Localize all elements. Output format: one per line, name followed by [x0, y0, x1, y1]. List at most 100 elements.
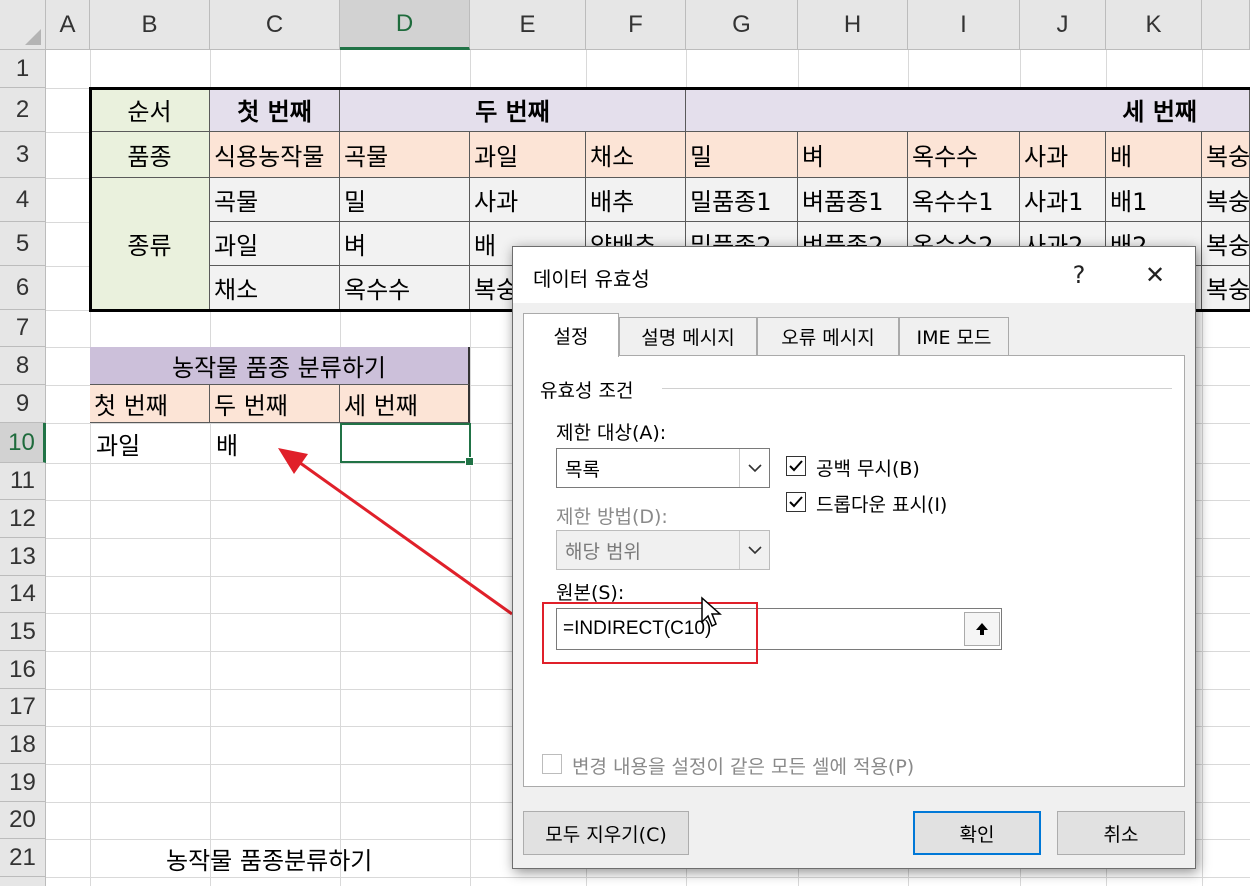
column-header-d[interactable]: D	[340, 0, 470, 50]
cell-d6[interactable]: 옥수수	[340, 266, 470, 310]
column-header-h[interactable]: H	[798, 0, 908, 50]
cell-e3[interactable]: 과일	[470, 132, 586, 178]
cell-b21-text[interactable]: 농작물 품종분류하기	[160, 839, 460, 877]
row-header-5[interactable]: 5	[0, 222, 46, 266]
cell-d4[interactable]: 밀	[340, 178, 470, 222]
row-header-2[interactable]: 2	[0, 88, 46, 132]
collapse-dialog-icon[interactable]	[964, 612, 1000, 646]
cell-b3[interactable]: 품종	[90, 132, 210, 178]
cell-d5[interactable]: 벼	[340, 222, 470, 266]
cell-e4[interactable]: 사과	[470, 178, 586, 222]
column-header-a[interactable]: A	[46, 0, 90, 50]
cell-l5[interactable]: 복숭	[1202, 222, 1250, 266]
row-header-17[interactable]: 17	[0, 689, 46, 726]
row-header-7[interactable]: 7	[0, 310, 46, 347]
column-header-e[interactable]: E	[470, 0, 586, 50]
row-header-22[interactable]	[0, 877, 46, 886]
row-header-15[interactable]: 15	[0, 613, 46, 651]
tab-ime-mode[interactable]: IME 모드	[899, 317, 1009, 355]
cell-l6[interactable]: 복숭	[1202, 266, 1250, 310]
apply-all-checkbox[interactable]	[542, 754, 562, 774]
cell-b8-merged[interactable]: 농작물 품종 분류하기	[90, 347, 470, 385]
cell-k3[interactable]: 배	[1106, 132, 1202, 178]
cell-l3[interactable]: 복숭	[1202, 132, 1250, 178]
cell-i3[interactable]: 옥수수	[908, 132, 1020, 178]
cell-i4[interactable]: 옥수수1	[908, 178, 1020, 222]
row-header-8[interactable]: 8	[0, 347, 46, 385]
cell-l4[interactable]: 복숭	[1202, 178, 1250, 222]
mouse-cursor-icon	[701, 596, 722, 628]
cell-b9[interactable]: 첫 번째	[90, 385, 210, 423]
column-header-b[interactable]: B	[90, 0, 210, 50]
cell-b4-merged[interactable]: 종류	[90, 178, 210, 310]
cell-f4[interactable]: 배추	[586, 178, 686, 222]
row-header-14[interactable]: 14	[0, 576, 46, 613]
clear-all-button[interactable]: 모두 지우기(C)	[523, 811, 689, 855]
row-header-20[interactable]: 20	[0, 802, 46, 839]
row-header-12[interactable]: 12	[0, 500, 46, 538]
group-title: 유효성 조건	[540, 380, 634, 402]
row-header-16[interactable]: 16	[0, 651, 46, 689]
chevron-down-icon	[739, 531, 769, 569]
cell-d3[interactable]: 곡물	[340, 132, 470, 178]
ignore-blank-label[interactable]: 공백 무시(B)	[816, 454, 920, 481]
cell-b2[interactable]: 순서	[90, 88, 210, 132]
column-header-i[interactable]: I	[908, 0, 1020, 50]
row-header-6[interactable]: 6	[0, 266, 46, 310]
row-header-1[interactable]: 1	[0, 50, 46, 88]
ignore-blank-checkbox[interactable]	[786, 456, 806, 476]
cell-g3[interactable]: 밀	[686, 132, 798, 178]
column-header-c[interactable]: C	[210, 0, 340, 50]
column-header-j[interactable]: J	[1020, 0, 1106, 50]
cancel-button[interactable]: 취소	[1057, 811, 1185, 855]
cell-c9[interactable]: 두 번째	[210, 385, 340, 423]
column-header-k[interactable]: K	[1106, 0, 1202, 50]
dropdown-checkbox[interactable]	[786, 492, 806, 512]
cell-h4[interactable]: 벼품종1	[798, 178, 908, 222]
cell-k4[interactable]: 배1	[1106, 178, 1202, 222]
cell-h3[interactable]: 벼	[798, 132, 908, 178]
ok-button[interactable]: 확인	[913, 811, 1041, 855]
highlight-box	[542, 602, 758, 664]
row-header-18[interactable]: 18	[0, 726, 46, 764]
select-all-corner[interactable]	[0, 0, 46, 50]
chevron-down-icon[interactable]	[739, 449, 769, 487]
cell-c5[interactable]: 과일	[210, 222, 340, 266]
cell-c6[interactable]: 채소	[210, 266, 340, 310]
cell-c10[interactable]: 배	[210, 423, 340, 463]
row-header-11[interactable]: 11	[0, 463, 46, 500]
tab-settings[interactable]: 설정	[523, 313, 619, 357]
row-header-9[interactable]: 9	[0, 385, 46, 423]
cell-g4[interactable]: 밀품종1	[686, 178, 798, 222]
tab-error-alert[interactable]: 오류 메시지	[757, 317, 899, 355]
column-header-l[interactable]	[1202, 0, 1250, 50]
allow-label: 제한 대상(A):	[556, 422, 667, 444]
row-header-4[interactable]: 4	[0, 178, 46, 222]
column-header-f[interactable]: F	[586, 0, 686, 50]
close-icon[interactable]: ✕	[1133, 255, 1177, 295]
cell-j4[interactable]: 사과1	[1020, 178, 1106, 222]
dropdown-label[interactable]: 드롭다운 표시(I)	[816, 490, 947, 517]
cell-c4[interactable]: 곡물	[210, 178, 340, 222]
cell-d2-merged[interactable]: 두 번째	[340, 88, 686, 132]
row-header-21[interactable]: 21	[0, 839, 46, 877]
row-header-10[interactable]: 10	[0, 423, 46, 463]
tab-input-message[interactable]: 설명 메시지	[619, 317, 757, 355]
cell-f3[interactable]: 채소	[586, 132, 686, 178]
cell-c2[interactable]: 첫 번째	[210, 88, 340, 132]
cell-d9[interactable]: 세 번째	[340, 385, 470, 423]
row-header-19[interactable]: 19	[0, 764, 46, 802]
data-validation-dialog[interactable]: 데이터 유효성 ? ✕ 설정 설명 메시지 오류 메시지 IME 모드 유효성 …	[512, 246, 1196, 869]
row-header-13[interactable]: 13	[0, 538, 46, 576]
help-icon[interactable]: ?	[1057, 255, 1101, 295]
cell-j3[interactable]: 사과	[1020, 132, 1106, 178]
dialog-titlebar[interactable]: 데이터 유효성 ? ✕	[513, 247, 1195, 303]
allow-select[interactable]: 목록	[556, 448, 770, 488]
cell-g2-merged[interactable]: 세 번째	[686, 88, 1250, 132]
column-header-g[interactable]: G	[686, 0, 798, 50]
apply-all-label[interactable]: 변경 내용을 설정이 같은 모든 셀에 적용(P)	[572, 752, 914, 779]
cell-b10[interactable]: 과일	[90, 423, 210, 463]
row-header-3[interactable]: 3	[0, 132, 46, 178]
active-cell-d10[interactable]	[340, 423, 474, 466]
cell-c3[interactable]: 식용농작물	[210, 132, 340, 178]
